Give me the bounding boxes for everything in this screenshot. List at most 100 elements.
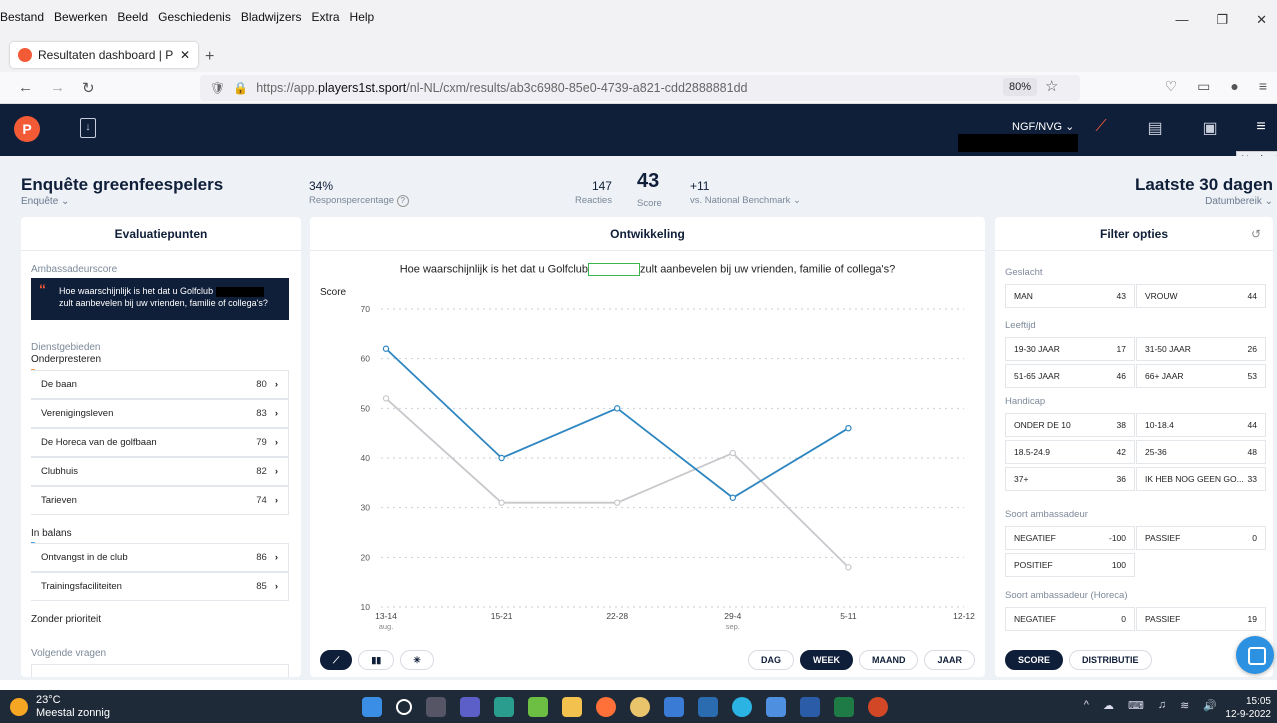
next-question-item[interactable] xyxy=(31,664,289,677)
service-row[interactable]: Tarieven 74 › xyxy=(31,486,289,515)
survey-selector[interactable]: Enquête ⌄ xyxy=(21,196,69,207)
filter-option[interactable]: 25-36 48 xyxy=(1136,440,1266,464)
filter-option[interactable]: 37+ 36 xyxy=(1005,467,1135,491)
zoom-level[interactable]: 80% xyxy=(1003,78,1038,96)
chevron-up-icon[interactable]: ^ xyxy=(1084,699,1089,712)
volume-icon[interactable]: 🔊 xyxy=(1203,699,1217,712)
tab-close-icon[interactable]: ✕ xyxy=(180,48,190,62)
app-icon[interactable] xyxy=(494,697,514,717)
menu-item-3[interactable]: Geschiedenis xyxy=(158,10,231,24)
service-row[interactable]: De Horeca van de golfbaan 79 › xyxy=(31,428,289,457)
service-row[interactable]: De baan 80 › xyxy=(31,370,289,399)
filter-option-label: 51-65 JAAR xyxy=(1014,371,1060,381)
filter-option[interactable]: NEGATIEF 0 xyxy=(1005,607,1135,631)
comments-icon[interactable]: ▤ xyxy=(1144,118,1166,140)
download-icon[interactable]: ↓ xyxy=(80,118,96,138)
url-bar[interactable]: 🛡 🔒 https://app.players1st.sport/nl-NL/c… xyxy=(200,75,1080,101)
powerpoint-icon[interactable] xyxy=(868,697,888,717)
period-button-maand[interactable]: MAAND xyxy=(858,650,919,670)
chart-icon[interactable]: ⟋ xyxy=(1090,118,1112,140)
date-range-selector[interactable]: Datumbereik ⌄ xyxy=(1205,196,1273,207)
help-icon[interactable]: ? xyxy=(396,195,409,207)
menu-item-2[interactable]: Beeld xyxy=(117,10,148,24)
keyboard-icon[interactable]: ⌨ xyxy=(1128,699,1144,712)
filter-option[interactable]: 51-65 JAAR 46 xyxy=(1005,364,1135,388)
edge-icon[interactable] xyxy=(732,697,752,717)
close-icon[interactable]: ✕ xyxy=(1256,12,1267,28)
filter-option[interactable]: 18.5-24.9 42 xyxy=(1005,440,1135,464)
service-label: De baan xyxy=(41,379,77,390)
weather-widget[interactable]: 23°C Meestal zonnig xyxy=(10,694,110,720)
filter-option[interactable]: 31-50 JAAR 26 xyxy=(1136,337,1266,361)
browser-tab[interactable]: Resultaten dashboard | Players ✕ xyxy=(10,42,198,68)
service-score: 82 xyxy=(256,466,267,477)
service-row[interactable]: Verenigingsleven 83 › xyxy=(31,399,289,428)
minimize-icon[interactable]: — xyxy=(1175,12,1188,28)
app2-icon[interactable] xyxy=(528,697,548,717)
bookmark-star-icon[interactable]: ☆ xyxy=(1045,77,1058,95)
app4-icon[interactable] xyxy=(766,697,786,717)
mic-icon[interactable]: ♫ xyxy=(1158,699,1166,712)
chart-view-bar-button[interactable]: ▮▮ xyxy=(358,650,395,670)
menu-item-1[interactable]: Bewerken xyxy=(54,10,107,24)
reader-icon[interactable]: ▭ xyxy=(1197,78,1210,95)
filter-option[interactable]: 19-30 JAAR 17 xyxy=(1005,337,1135,361)
clipboard-icon[interactable]: ▣ xyxy=(1199,118,1221,140)
menu-item-6[interactable]: Help xyxy=(350,10,375,24)
filter-option[interactable]: MAN 43 xyxy=(1005,284,1135,308)
clock[interactable]: 15:05 12-9-2022 xyxy=(1225,695,1271,721)
chart-view-other-button[interactable]: ✳ xyxy=(400,650,434,670)
search-icon[interactable] xyxy=(396,699,412,715)
reset-icon[interactable]: ↺ xyxy=(1251,217,1261,251)
new-tab-icon[interactable]: + xyxy=(205,48,214,66)
service-row[interactable]: Ontvangst in de club 86 › xyxy=(31,543,289,572)
chart-view-line-button[interactable]: ⟋ xyxy=(320,650,353,670)
app3-icon[interactable] xyxy=(664,697,684,717)
service-row[interactable]: Trainingsfaciliteiten 85 › xyxy=(31,572,289,601)
players1st-logo[interactable]: P xyxy=(14,116,40,142)
underperform-list: De baan 80 › Verenigingsleven 83 › De Horeca v… xyxy=(31,370,289,515)
firefox-icon[interactable] xyxy=(596,697,616,717)
menu-item-4[interactable]: Bladwijzers xyxy=(241,10,302,24)
filter-option[interactable]: ONDER DE 10 38 xyxy=(1005,413,1135,437)
reload-icon[interactable]: ↻ xyxy=(82,79,95,97)
filter-option[interactable]: PASSIEF 19 xyxy=(1136,607,1266,631)
back-icon[interactable]: ← xyxy=(18,79,33,96)
filter-option[interactable]: IK HEB NOG GEEN GO... 33 xyxy=(1136,467,1266,491)
profile-icon[interactable]: ● xyxy=(1230,78,1238,95)
menu-item-5[interactable]: Extra xyxy=(312,10,340,24)
filter-option-count: 17 xyxy=(1116,344,1126,354)
wifi-icon[interactable]: ≋ xyxy=(1180,699,1189,712)
forward-icon[interactable]: → xyxy=(50,79,65,96)
pocket-icon[interactable]: ♡ xyxy=(1165,78,1178,95)
menu-item-0[interactable]: Bestand xyxy=(0,10,44,24)
score-tab[interactable]: SCORE xyxy=(1005,650,1064,670)
period-button-jaar[interactable]: JAAR xyxy=(924,650,975,670)
period-button-week[interactable]: WEEK xyxy=(799,650,853,670)
navigation-menu-icon[interactable]: ≡ xyxy=(1250,118,1272,140)
filter-option[interactable]: 10-18.4 44 xyxy=(1136,413,1266,437)
period-button-dag[interactable]: DAG xyxy=(747,650,794,670)
restore-icon[interactable]: ❐ xyxy=(1216,12,1228,28)
explorer-icon[interactable] xyxy=(562,697,582,717)
chrome-icon[interactable] xyxy=(630,697,650,717)
filter-option[interactable]: PASSIEF 0 xyxy=(1136,526,1266,550)
taskview-icon[interactable] xyxy=(426,697,446,717)
cloud-icon[interactable]: ☁ xyxy=(1103,699,1114,712)
service-row[interactable]: Clubhuis 82 › xyxy=(31,457,289,486)
chat-button[interactable] xyxy=(1236,636,1274,674)
benchmark-stat[interactable]: +11 vs. National Benchmark ⌄ xyxy=(690,179,801,206)
filter-option[interactable]: NEGATIEF -100 xyxy=(1005,526,1135,550)
teams-icon[interactable] xyxy=(460,697,480,717)
filter-option[interactable]: POSITIEF 100 xyxy=(1005,553,1135,577)
filter-option[interactable]: 66+ JAAR 53 xyxy=(1136,364,1266,388)
menu-icon[interactable]: ≡ xyxy=(1259,78,1267,95)
org-dropdown[interactable]: NGF/NVG ⌄ xyxy=(1012,120,1074,133)
excel-icon[interactable] xyxy=(834,697,854,717)
filter-option[interactable]: VROUW 44 xyxy=(1136,284,1266,308)
distributie-tab[interactable]: DISTRIBUTIE xyxy=(1069,650,1152,670)
start-icon[interactable] xyxy=(362,697,382,717)
word-icon[interactable] xyxy=(800,697,820,717)
ambassador-question[interactable]: “ Hoe waarschijnlijk is het dat u Golfcl… xyxy=(31,278,289,320)
outlook-icon[interactable] xyxy=(698,697,718,717)
